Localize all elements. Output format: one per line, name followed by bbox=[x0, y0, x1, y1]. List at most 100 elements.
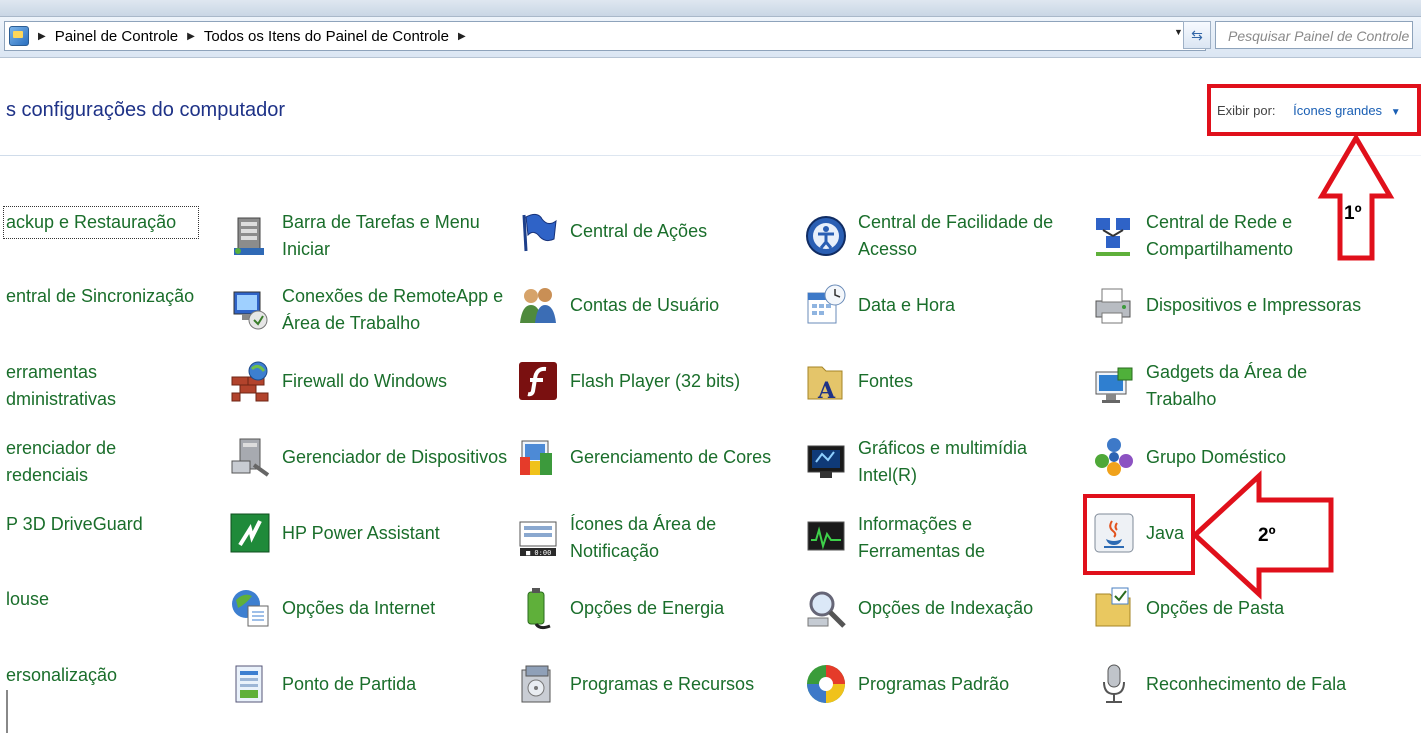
svg-text:■ 0:00: ■ 0:00 bbox=[526, 549, 551, 557]
default-programs-icon bbox=[804, 662, 848, 706]
window-top-border bbox=[0, 0, 1421, 17]
chevron-right-icon[interactable]: ▶ bbox=[187, 31, 195, 42]
breadcrumb-control-panel[interactable]: Painel de Controle bbox=[55, 28, 178, 45]
annotation-step-2: 2º bbox=[1258, 525, 1276, 546]
annotation-box-view-by bbox=[1207, 84, 1421, 136]
control-panel-item[interactable]: Central de Facilidade de Acesso bbox=[804, 209, 1073, 263]
control-panel-item-label: P 3D DriveGuard bbox=[6, 514, 143, 534]
control-panel-item-label: Opções de Energia bbox=[570, 597, 725, 618]
breadcrumb[interactable]: ▶ Painel de Controle ▶ Todos os Itens do… bbox=[4, 21, 1206, 51]
control-panel-item[interactable]: Flash Player (32 bits) bbox=[516, 359, 790, 403]
svg-text:A: A bbox=[817, 378, 836, 403]
control-panel-item-label: HP Power Assistant bbox=[282, 522, 440, 543]
control-panel-item-label: Firewall do Windows bbox=[282, 370, 448, 391]
control-panel-item-label: Grupo Doméstico bbox=[1146, 446, 1287, 467]
control-panel-item[interactable]: P 3D DriveGuard bbox=[6, 511, 196, 538]
control-panel-item[interactable]: Programas e Recursos bbox=[516, 662, 790, 706]
control-panel-item[interactable]: Dispositivos e Impressoras bbox=[1092, 283, 1371, 327]
control-panel-item-label: ersonalização bbox=[6, 665, 118, 685]
control-panel-item[interactable]: ersonalização bbox=[6, 662, 196, 689]
control-panel-item-label: Central de Ações bbox=[570, 220, 708, 241]
performance-icon bbox=[804, 516, 848, 560]
power-options-icon bbox=[516, 586, 560, 630]
control-panel-item-label: Data e Hora bbox=[858, 294, 956, 315]
control-panel-icon bbox=[9, 26, 29, 46]
control-panel-item-label: Gráficos e multimídia Intel(R) bbox=[858, 438, 1028, 485]
control-panel-item-label: Ponto de Partida bbox=[282, 673, 417, 694]
control-panel-item[interactable]: Gerenciador de Dispositivos bbox=[228, 435, 512, 479]
control-panel-item-label: ackup e Restauração bbox=[3, 206, 199, 239]
control-panel-item[interactable]: HP Power Assistant bbox=[228, 511, 512, 555]
control-panel-item-label: Dispositivos e Impressoras bbox=[1146, 294, 1362, 315]
control-panel-item-label: erenciador de redenciais bbox=[6, 438, 117, 485]
control-panel-item[interactable]: Reconhecimento de Fala bbox=[1092, 662, 1371, 706]
control-panel-item[interactable]: Opções de Energia bbox=[516, 586, 790, 630]
control-panel-item[interactable]: Conexões de RemoteApp e Área de Trabalho bbox=[228, 283, 512, 337]
control-panel-item-label: Opções de Indexação bbox=[858, 597, 1034, 618]
history-dropdown-icon[interactable]: ▼ bbox=[1174, 27, 1183, 37]
remoteapp-icon bbox=[228, 288, 272, 332]
chevron-right-icon[interactable]: ▶ bbox=[458, 31, 466, 42]
homegroup-icon bbox=[1092, 435, 1136, 479]
color-management-icon bbox=[516, 435, 560, 479]
control-panel-item-label: Contas de Usuário bbox=[570, 294, 720, 315]
control-panel-item[interactable]: Data e Hora bbox=[804, 283, 1073, 327]
control-panel-item[interactable]: louse bbox=[6, 586, 196, 613]
control-panel-item-label: Reconhecimento de Fala bbox=[1146, 673, 1347, 694]
control-panel-item-label: Fontes bbox=[858, 370, 914, 391]
control-panel-item[interactable]: Ponto de Partida bbox=[228, 662, 512, 706]
control-panel-item[interactable]: Barra de Tarefas e Menu Iniciar bbox=[228, 209, 512, 263]
search-input[interactable]: Pesquisar Painel de Controle bbox=[1215, 21, 1413, 49]
control-panel-item-label: Informações e Ferramentas de bbox=[858, 514, 986, 561]
control-panel-item-label: louse bbox=[6, 589, 50, 609]
internet-options-icon bbox=[228, 586, 272, 630]
control-panel-item[interactable]: ■ 0:00 Ícones da Área de Notificação bbox=[516, 511, 790, 565]
printer-icon bbox=[1092, 283, 1136, 327]
control-panel-item[interactable]: erramentas dministrativas bbox=[6, 359, 196, 413]
control-panel-item[interactable]: ackup e Restauração bbox=[3, 206, 199, 239]
control-panel-item-label: entral de Sincronização bbox=[6, 286, 195, 306]
control-panel-item[interactable]: erenciador de redenciais bbox=[6, 435, 196, 489]
control-panel-item[interactable]: A Fontes bbox=[804, 359, 1073, 404]
control-panel-item-label: Gadgets da Área de Trabalho bbox=[1146, 362, 1308, 409]
control-panel-item[interactable]: Gerenciamento de Cores bbox=[516, 435, 790, 479]
taskbar-icon bbox=[228, 214, 272, 258]
control-panel-item[interactable]: Contas de Usuário bbox=[516, 283, 790, 327]
control-panel-item[interactable]: Gadgets da Área de Trabalho bbox=[1092, 359, 1371, 413]
page-title: s configurações do computador bbox=[6, 99, 286, 121]
control-panel-item-label: Gerenciamento de Cores bbox=[570, 446, 772, 467]
control-panel-item[interactable]: entral de Sincronização bbox=[6, 283, 196, 310]
flash-icon bbox=[516, 359, 560, 403]
control-panel-item-label: Programas e Recursos bbox=[570, 673, 755, 694]
control-panel-item[interactable]: Informações e Ferramentas de bbox=[804, 511, 1073, 565]
hp-power-icon bbox=[228, 511, 272, 555]
address-bar: ▶ Painel de Controle ▶ Todos os Itens do… bbox=[0, 17, 1421, 58]
programs-icon bbox=[516, 662, 560, 706]
control-panel-item-label: erramentas dministrativas bbox=[6, 362, 117, 409]
firewall-icon bbox=[228, 359, 272, 403]
header-divider bbox=[0, 155, 1421, 156]
users-icon bbox=[516, 283, 560, 327]
control-panel-item[interactable]: Programas Padrão bbox=[804, 662, 1073, 706]
control-panel-item-label: Central de Facilidade de Acesso bbox=[858, 212, 1054, 259]
control-panel-item[interactable]: Firewall do Windows bbox=[228, 359, 512, 403]
refresh-button[interactable]: ⇆ bbox=[1183, 21, 1211, 49]
control-panel-item-label: Barra de Tarefas e Menu Iniciar bbox=[282, 212, 480, 259]
intel-graphics-icon bbox=[804, 440, 848, 484]
device-manager-icon bbox=[228, 435, 272, 479]
control-panel-item-label: Flash Player (32 bits) bbox=[570, 370, 741, 391]
network-icon bbox=[1092, 214, 1136, 258]
microphone-icon bbox=[1092, 662, 1136, 706]
breadcrumb-all-items[interactable]: Todos os Itens do Painel de Controle bbox=[204, 28, 449, 45]
chevron-right-icon[interactable]: ▶ bbox=[38, 31, 46, 42]
control-panel-item[interactable]: Opções da Internet bbox=[228, 586, 512, 630]
annotation-box-java bbox=[1083, 494, 1195, 575]
control-panel-item[interactable]: Opções de Indexação bbox=[804, 586, 1073, 630]
notification-icons-icon: ■ 0:00 bbox=[516, 516, 560, 560]
control-panel-item[interactable]: Gráficos e multimídia Intel(R) bbox=[804, 435, 1073, 489]
control-panel-item-label: Ícones da Área de Notificação bbox=[570, 514, 717, 561]
control-panel-item[interactable]: Central de Ações bbox=[516, 209, 790, 253]
folder-options-icon bbox=[1092, 586, 1136, 630]
gadgets-icon bbox=[1092, 364, 1136, 408]
control-panel-item-label: Conexões de RemoteApp e Área de Trabalho bbox=[282, 286, 504, 333]
